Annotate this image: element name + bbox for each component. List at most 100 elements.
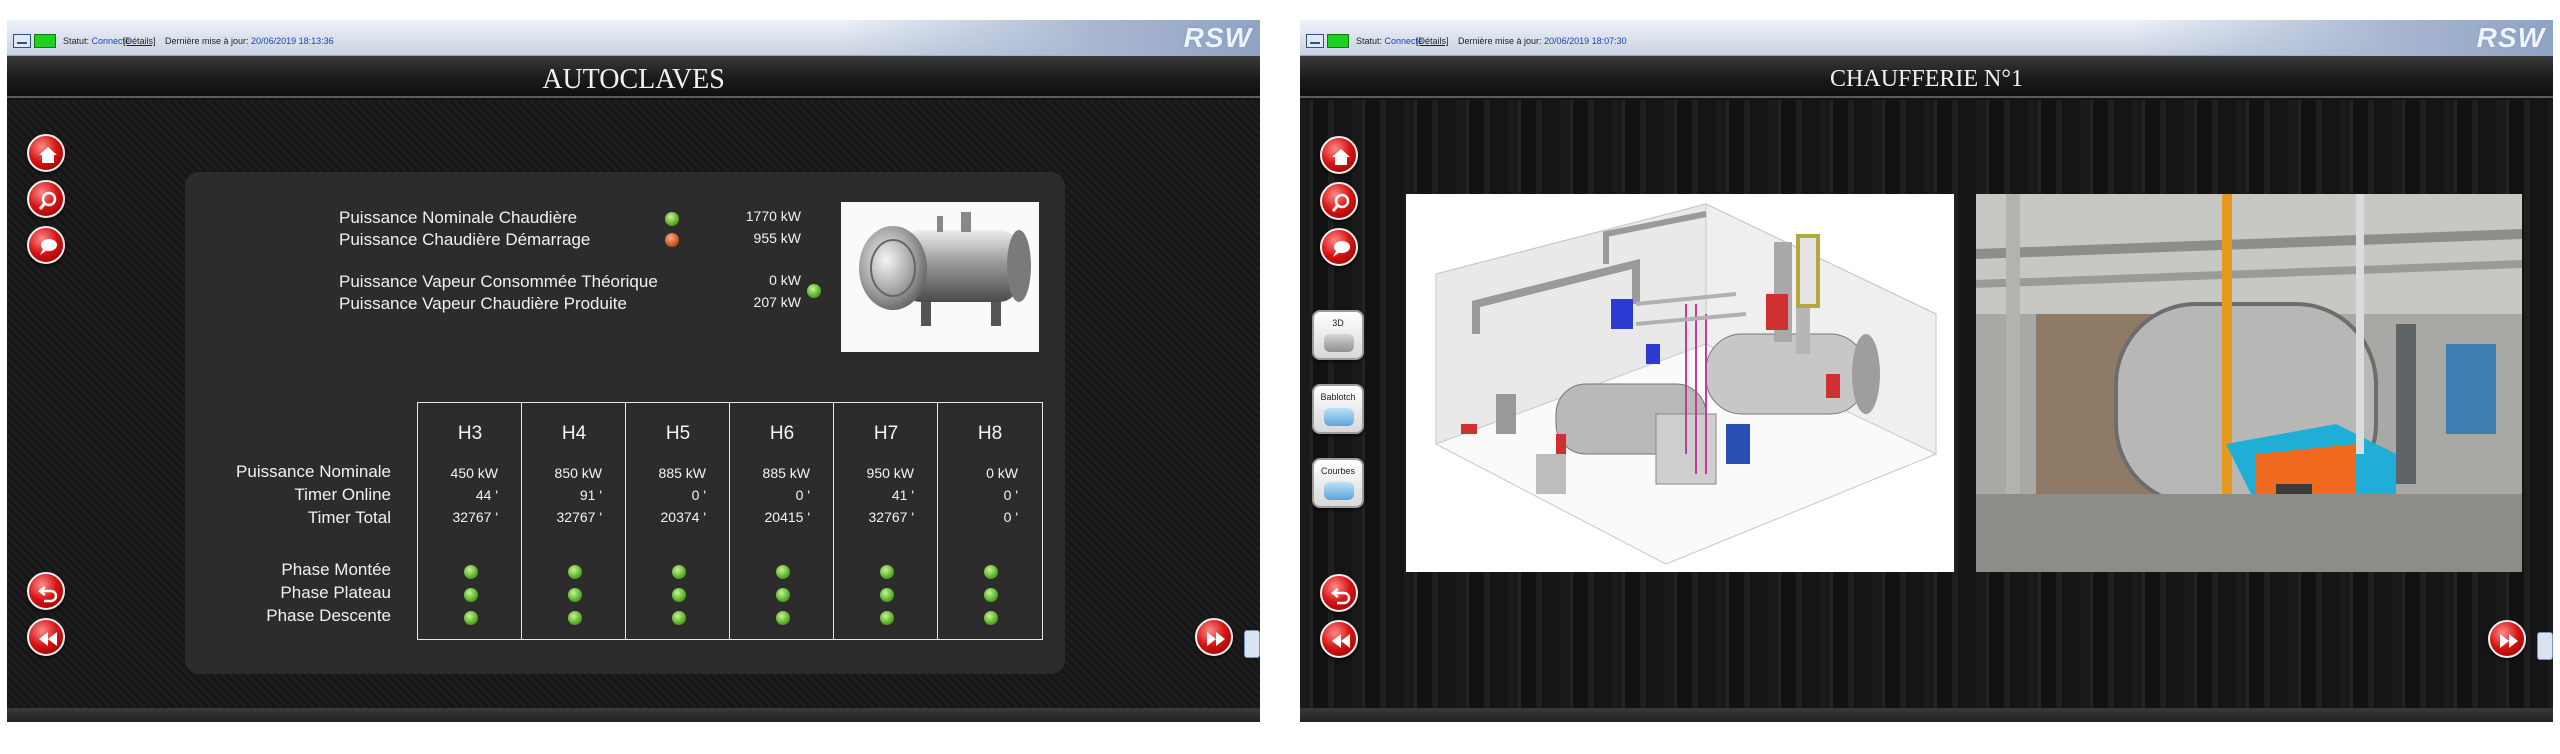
phase-led	[776, 565, 790, 579]
cell-online: 0 '	[691, 487, 706, 503]
chat-button[interactable]	[27, 226, 65, 264]
phase-led	[776, 588, 790, 602]
row-label-nominale: Puissance Nominale	[236, 462, 391, 481]
fast-forward-icon	[2500, 634, 2518, 648]
autoclave-illustration	[859, 212, 1031, 326]
nominale-led	[665, 212, 679, 226]
search-button[interactable]	[1320, 182, 1358, 220]
details-link[interactable]: [Détails]	[1416, 36, 1449, 46]
rewind-icon	[1332, 634, 1350, 648]
update-label: Dernière mise à jour:	[165, 36, 249, 46]
column-header: H4	[561, 423, 587, 444]
cell-total: 32767 '	[556, 509, 603, 525]
phase-led	[672, 611, 686, 625]
rsw-logo: RSW	[1183, 22, 1252, 53]
wave-icon	[1324, 408, 1354, 426]
nominale-label: Puissance Nominale Chaudière	[339, 208, 578, 227]
phase-led	[464, 588, 478, 602]
details-link[interactable]: [Détails]	[123, 36, 156, 46]
rewind-button[interactable]	[1320, 620, 1358, 658]
row-label-plateau: Phase Plateau	[280, 583, 391, 602]
cell-total: 32767 '	[452, 509, 499, 525]
fast-forward-button[interactable]	[1195, 618, 1233, 656]
cell-online: 91 '	[579, 487, 602, 503]
column-header: H6	[769, 423, 795, 444]
vapeur-led	[807, 284, 821, 298]
cell-nominale: 450 kW	[450, 465, 498, 481]
view-courbes-button[interactable]: Courbes	[1312, 458, 1364, 508]
back-button[interactable]	[1320, 574, 1358, 612]
column-header: H5	[665, 423, 691, 444]
column-header: H7	[873, 423, 899, 444]
search-button[interactable]	[27, 180, 65, 218]
page-title: CHAUFFERIE N°1	[1830, 66, 2023, 92]
autoclaves-window: Statut: Connecté [Détails] Dernière mise…	[7, 20, 1260, 722]
boiler-room-photo	[1976, 194, 2522, 572]
update-time: 20/06/2019 18:07:30	[1544, 36, 1627, 46]
cell-nominale: 950 kW	[866, 465, 914, 481]
autoclave-table: H3 H4 H5 H6 H7 H8 450 kW 850 kW 885 kW 8…	[417, 402, 1043, 640]
chaufferie-window: Statut: Connecté [Détails] Dernière mise…	[1300, 20, 2553, 722]
cell-total: 0 '	[1003, 509, 1018, 525]
cell-online: 41 '	[891, 487, 914, 503]
search-icon	[1331, 193, 1350, 212]
side-tab[interactable]	[2537, 632, 2553, 660]
back-button[interactable]	[27, 572, 65, 610]
curve-icon	[1324, 482, 1354, 500]
column-header: H8	[977, 423, 1003, 444]
status-bar: Statut: Connecté [Détails] Dernière mise…	[1300, 20, 2553, 56]
home-button[interactable]	[27, 134, 65, 172]
chat-icon	[1333, 241, 1350, 257]
update-time: 20/06/2019 18:13:36	[251, 36, 334, 46]
phase-led	[568, 565, 582, 579]
phase-led	[984, 565, 998, 579]
back-icon	[37, 586, 58, 603]
rewind-button[interactable]	[27, 618, 65, 656]
vapeur-prod-value: 207 kW	[753, 294, 801, 310]
demarrage-value: 955 kW	[753, 230, 801, 246]
view-3d-label: 3D	[1332, 318, 1344, 328]
phase-led	[464, 565, 478, 579]
demarrage-label: Puissance Chaudière Démarrage	[339, 230, 591, 249]
minimize-button[interactable]	[1306, 34, 1324, 48]
status-label: Statut:	[63, 36, 90, 46]
phase-led	[880, 588, 894, 602]
status-label: Statut:	[1356, 36, 1383, 46]
cell-nominale: 0 kW	[986, 465, 1018, 481]
vapeur-conso-label: Puissance Vapeur Consommée Théorique	[339, 272, 658, 291]
cell-online: 0 '	[1003, 487, 1018, 503]
status-bar: Statut: Connecté [Détails] Dernière mise…	[7, 20, 1260, 56]
side-tab[interactable]	[1244, 630, 1260, 658]
autoclave-image	[841, 202, 1039, 352]
phase-led	[464, 611, 478, 625]
cell-total: 20374 '	[660, 509, 707, 525]
view-3d-button[interactable]: 3D	[1312, 310, 1364, 360]
fast-forward-button[interactable]	[2488, 620, 2526, 658]
row-label-online: Timer Online	[294, 485, 391, 504]
cell-nominale: 885 kW	[658, 465, 706, 481]
column-header: H3	[457, 423, 483, 444]
view-bablotch-label: Bablotch	[1320, 392, 1356, 402]
row-label-total: Timer Total	[307, 508, 391, 527]
phase-led	[672, 588, 686, 602]
cell-online: 0 '	[795, 487, 810, 503]
minimize-button[interactable]	[13, 34, 31, 48]
cell-total: 32767 '	[868, 509, 915, 525]
vapeur-conso-value: 0 kW	[769, 272, 801, 288]
chat-button[interactable]	[1320, 228, 1358, 266]
phase-led	[568, 611, 582, 625]
boiler-3d-illustration	[1434, 203, 1938, 565]
home-button[interactable]	[1320, 136, 1358, 174]
row-label-montee: Phase Montée	[281, 560, 391, 579]
home-icon	[39, 147, 57, 163]
phase-led	[880, 565, 894, 579]
title-bar: AUTOCLAVES	[7, 56, 1260, 98]
cell-online: 44 '	[475, 487, 498, 503]
search-icon	[38, 191, 57, 210]
chat-icon	[40, 239, 57, 255]
view-bablotch-button[interactable]: Bablotch	[1312, 384, 1364, 434]
demarrage-led	[665, 233, 679, 247]
boiler-3d-view	[1406, 194, 1954, 572]
boiler-photo-illustration	[1976, 194, 2522, 572]
vapeur-prod-label: Puissance Vapeur Chaudière Produite	[339, 294, 627, 313]
